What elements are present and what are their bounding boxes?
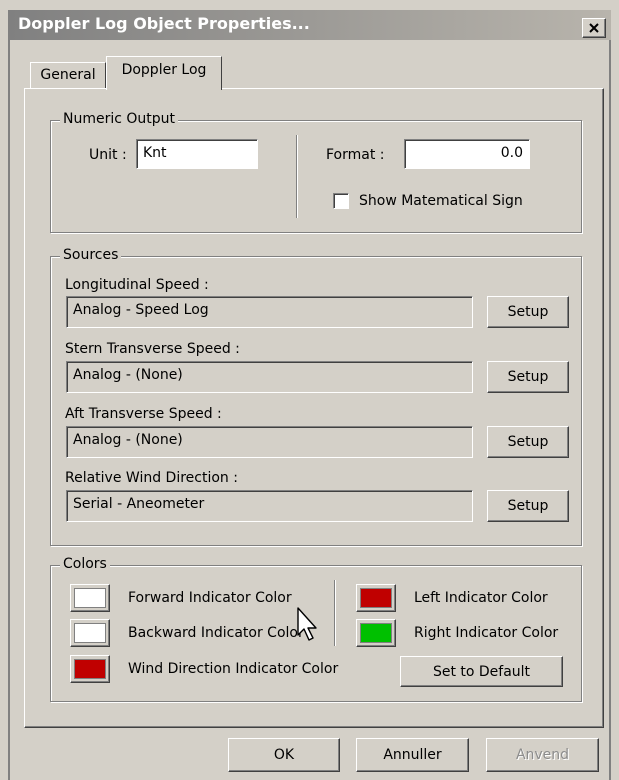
aft-transverse-speed-field: Analog - (None)	[66, 426, 473, 458]
cancel-button[interactable]: Annuller	[356, 738, 469, 772]
tab-general[interactable]: General	[30, 62, 106, 89]
left-color-swatch[interactable]	[356, 584, 396, 612]
format-label: Format :	[326, 147, 385, 163]
show-sign-checkbox[interactable]	[333, 193, 349, 209]
relative-wind-direction-field: Serial - Aneometer	[66, 490, 473, 522]
window-title: Doppler Log Object Properties...	[18, 14, 310, 33]
ok-button[interactable]: OK	[228, 738, 340, 772]
longitudinal-speed-field: Analog - Speed Log	[66, 296, 473, 328]
colors-separator	[334, 580, 336, 646]
set-to-default-button[interactable]: Set to Default	[400, 656, 563, 687]
close-icon	[589, 23, 599, 33]
left-color-label: Left Indicator Color	[414, 590, 548, 606]
wind-color-label: Wind Direction Indicator Color	[128, 661, 339, 677]
close-button[interactable]	[582, 18, 606, 38]
dialog-frame-left	[8, 40, 10, 780]
right-color-fill	[360, 623, 392, 643]
numeric-output-separator	[296, 135, 298, 218]
wind-color-fill	[74, 659, 106, 679]
dialog-frame-right	[609, 40, 611, 780]
unit-label: Unit :	[89, 147, 127, 163]
show-sign-label[interactable]: Show Matematical Sign	[359, 192, 523, 210]
relative-wind-direction-label: Relative Wind Direction :	[65, 470, 238, 486]
numeric-output-group	[50, 120, 582, 233]
left-color-fill	[360, 588, 392, 608]
stern-transverse-speed-field: Analog - (None)	[66, 361, 473, 393]
stern-transverse-speed-setup-button[interactable]: Setup	[487, 361, 569, 393]
backward-color-label: Backward Indicator Color	[128, 625, 304, 641]
aft-transverse-speed-label: Aft Transverse Speed :	[65, 406, 222, 422]
mouse-pointer-icon	[297, 607, 317, 641]
colors-title: Colors	[60, 556, 110, 572]
forward-color-label: Forward Indicator Color	[128, 590, 292, 606]
stern-transverse-speed-label: Stern Transverse Speed :	[65, 341, 240, 357]
relative-wind-direction-setup-button[interactable]: Setup	[487, 490, 569, 522]
longitudinal-speed-label: Longitudinal Speed :	[65, 277, 209, 293]
numeric-output-title: Numeric Output	[60, 111, 179, 127]
format-input[interactable]: 0.0	[404, 139, 530, 169]
title-bar: Doppler Log Object Properties...	[8, 10, 611, 40]
unit-input[interactable]: Knt	[136, 139, 258, 169]
forward-color-swatch[interactable]	[70, 584, 110, 612]
right-color-label: Right Indicator Color	[414, 625, 559, 641]
tab-doppler-log[interactable]: Doppler Log	[106, 56, 222, 90]
right-color-swatch[interactable]	[356, 619, 396, 647]
backward-color-swatch[interactable]	[70, 619, 110, 647]
forward-color-fill	[74, 588, 106, 608]
sources-title: Sources	[60, 247, 122, 263]
longitudinal-speed-setup-button[interactable]: Setup	[487, 296, 569, 328]
aft-transverse-speed-setup-button[interactable]: Setup	[487, 426, 569, 458]
wind-color-swatch[interactable]	[70, 655, 110, 683]
apply-button[interactable]: Anvend	[486, 738, 599, 772]
backward-color-fill	[74, 623, 106, 643]
